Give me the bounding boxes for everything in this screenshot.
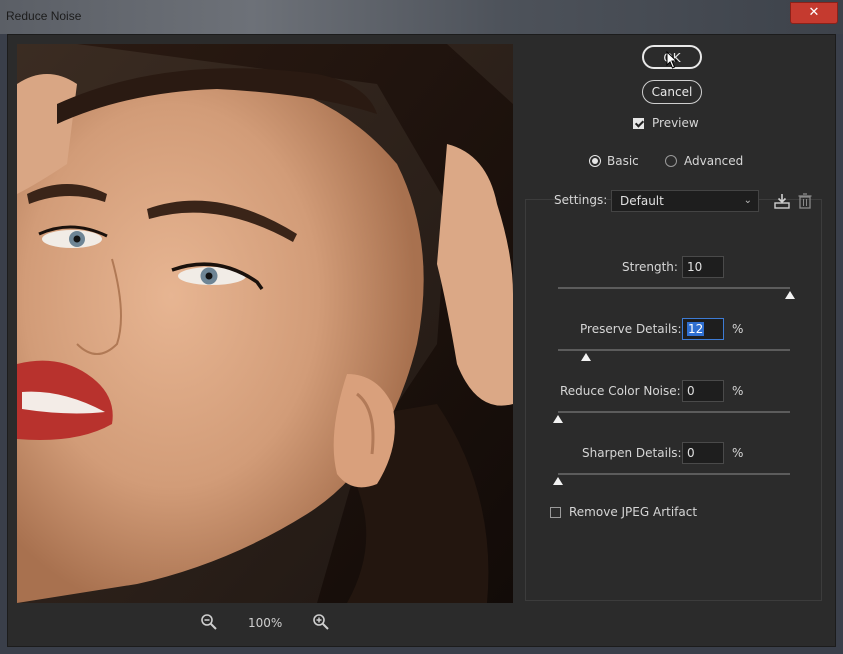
strength-field[interactable]: 10	[682, 256, 724, 278]
delete-settings-icon[interactable]	[796, 192, 814, 210]
advanced-radio[interactable]	[665, 155, 677, 167]
preview-label: Preview	[652, 116, 699, 130]
sharpen-details-slider-track[interactable]	[558, 473, 790, 475]
sharpen-details-field[interactable]: 0	[682, 442, 724, 464]
remove-jpeg-checkbox[interactable]	[550, 507, 561, 518]
close-button[interactable]: ✕	[790, 2, 838, 24]
preserve-details-label: Preserve Details:	[580, 322, 682, 336]
preserve-details-slider-track[interactable]	[558, 349, 790, 351]
window-title: Reduce Noise	[6, 9, 82, 23]
basic-radio[interactable]	[589, 155, 601, 167]
reduce-color-noise-slider-track[interactable]	[558, 411, 790, 413]
preview-image[interactable]	[17, 44, 513, 603]
chevron-down-icon: ⌄	[743, 195, 752, 206]
reduce-color-noise-label: Reduce Color Noise:	[560, 384, 681, 398]
sharpen-details-value: 0	[687, 446, 695, 460]
zoom-out-icon[interactable]	[200, 613, 218, 631]
preserve-details-unit: %	[732, 322, 744, 336]
zoom-level: 100%	[248, 616, 283, 630]
portrait-photo	[17, 44, 513, 603]
reduce-color-noise-field[interactable]: 0	[682, 380, 724, 402]
zoom-in-icon[interactable]	[312, 613, 330, 631]
sharpen-details-slider-thumb[interactable]	[553, 477, 563, 485]
settings-value: Default	[620, 194, 664, 208]
cancel-button[interactable]: Cancel	[642, 80, 702, 104]
strength-value: 10	[687, 260, 703, 274]
mouse-cursor-icon	[666, 51, 678, 69]
reduce-color-noise-unit: %	[732, 384, 744, 398]
title-bar: Reduce Noise ✕	[0, 0, 843, 34]
remove-jpeg-label: Remove JPEG Artifact	[569, 505, 698, 519]
sharpen-details-unit: %	[732, 446, 744, 460]
preview-checkbox[interactable]	[633, 118, 644, 129]
strength-label: Strength:	[622, 260, 678, 274]
save-settings-icon[interactable]	[773, 192, 791, 210]
settings-label: Settings:	[554, 193, 608, 207]
preserve-details-value: 12	[687, 322, 705, 336]
reduce-color-noise-value: 0	[687, 384, 695, 398]
sharpen-details-label: Sharpen Details:	[582, 446, 682, 460]
settings-dropdown[interactable]: Default ⌄	[611, 190, 759, 212]
advanced-label: Advanced	[684, 154, 744, 168]
reduce-color-noise-slider-thumb[interactable]	[553, 415, 563, 423]
preserve-details-slider-thumb[interactable]	[580, 353, 591, 361]
close-icon: ✕	[808, 5, 820, 20]
strength-slider-thumb[interactable]	[785, 291, 795, 299]
preserve-details-field[interactable]: 12	[682, 318, 724, 340]
basic-label: Basic	[607, 154, 639, 168]
strength-slider-track[interactable]	[558, 287, 790, 289]
